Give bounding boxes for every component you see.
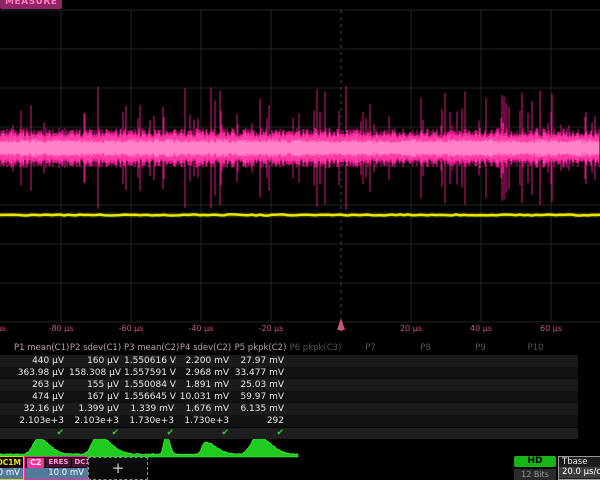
- measure-value: 59.97 mV: [234, 391, 289, 403]
- measure-param-header[interactable]: P6 pkpk(C3): [289, 342, 344, 355]
- trace-annotation-label: MEASURE: [0, 0, 62, 9]
- measure-value: 363.98 µV: [14, 367, 69, 379]
- status-check-icon: ✔: [69, 428, 124, 439]
- timebase-label: Tbase: [559, 457, 600, 467]
- measurement-header-row: P1 mean(C1)P2 sdev(C1)P3 mean(C2)P4 sdev…: [0, 342, 578, 355]
- axis-tick-label: -60 µs: [119, 324, 144, 333]
- c2-eres-tag: ERES: [46, 458, 70, 467]
- measure-param-header[interactable]: P2 sdev(C1): [69, 342, 124, 355]
- c2-chip: C2: [27, 458, 44, 468]
- measure-value: 1.550616 V: [124, 355, 179, 367]
- measure-param-header[interactable]: P1 mean(C1): [14, 342, 69, 355]
- measure-value: 2.200 mV: [179, 355, 234, 367]
- measurement-rows: 440 µV160 µV1.550616 V2.200 mV27.97 mV36…: [0, 355, 600, 439]
- channel-descriptor-c2[interactable]: C2 ERES DC1M 10.0 mV: [24, 456, 88, 480]
- axis-tick-label: 40 µs: [470, 324, 492, 333]
- time-axis: -100 µs -80 µs -60 µs -40 µs -20 µs 0 20 µs 40 …: [0, 322, 600, 334]
- status-check-icon: ✔: [14, 428, 69, 439]
- measure-stat-row: 2.103e+32.103e+31.730e+31.730e+3292: [0, 415, 578, 427]
- measurement-table: P1 mean(C1)P2 sdev(C1)P3 mean(C2)P4 sdev…: [0, 342, 600, 439]
- measure-value: 2.968 mV: [179, 367, 234, 379]
- measure-value: 440 µV: [14, 355, 69, 367]
- measure-value: 33.477 mV: [234, 367, 289, 379]
- axis-tick-label: -100 µs: [0, 324, 6, 333]
- oscilloscope-screen: MEASURE -100 µs -80 µs -60 µs -40 µs -20 µs 0…: [0, 0, 600, 480]
- c2-scale: 10.0 mV: [25, 468, 87, 479]
- axis-tick-label: 0: [338, 324, 343, 333]
- measure-value: 1.399 µV: [69, 403, 124, 415]
- measure-value: 2.103e+3: [14, 415, 69, 427]
- measure-value: 158.308 µV: [69, 367, 124, 379]
- measure-value: 1.730e+3: [124, 415, 179, 427]
- measure-value: 1.557591 V: [124, 367, 179, 379]
- measure-value: 1.891 mV: [179, 379, 234, 391]
- axis-tick-label: -20 µs: [259, 324, 284, 333]
- timebase-descriptor[interactable]: Tbase 20.0 µs/div: [558, 456, 600, 480]
- measure-status-row: ✔✔✔✔✔: [0, 428, 578, 439]
- measure-param-header[interactable]: P7: [344, 342, 399, 355]
- c1-coupling-tag: DC1M: [0, 458, 21, 467]
- measure-param-header[interactable]: P3 mean(C2): [124, 342, 179, 355]
- timebase-value: 20.0 µs/div: [559, 467, 600, 478]
- measure-value: 6.135 mV: [234, 403, 289, 415]
- measure-param-header[interactable]: P8: [399, 342, 454, 355]
- axis-tick-label: -40 µs: [189, 324, 214, 333]
- measure-value: 263 µV: [14, 379, 69, 391]
- hd-mode-badge[interactable]: HD: [514, 456, 556, 467]
- axis-tick-label: -80 µs: [49, 324, 74, 333]
- measure-param-header[interactable]: P5 pkpk(C2): [234, 342, 289, 355]
- measure-value: 474 µV: [14, 391, 69, 403]
- c1-scale: 50.0 mV: [0, 468, 23, 479]
- measure-value: 2.103e+3: [69, 415, 124, 427]
- measure-value: 160 µV: [69, 355, 124, 367]
- measure-value: 1.550084 V: [124, 379, 179, 391]
- measure-stat-row: 440 µV160 µV1.550616 V2.200 mV27.97 mV: [0, 355, 578, 367]
- status-check-icon: ✔: [179, 428, 234, 439]
- hd-bits-label: 12 Bits: [514, 469, 556, 480]
- measure-value: 1.556645 V: [124, 391, 179, 403]
- measure-value: 10.031 mV: [179, 391, 234, 403]
- axis-tick-label: 20 µs: [400, 324, 422, 333]
- measure-value: 1.730e+3: [179, 415, 234, 427]
- measure-value: 155 µV: [69, 379, 124, 391]
- measure-param-header[interactable]: P4 sdev(C2): [179, 342, 234, 355]
- measure-value: 292: [234, 415, 289, 427]
- measure-value: 27.97 mV: [234, 355, 289, 367]
- measure-value: 1.339 mV: [124, 403, 179, 415]
- measure-value: 25.03 mV: [234, 379, 289, 391]
- measure-param-header[interactable]: P9: [454, 342, 509, 355]
- measure-stat-row: 474 µV167 µV1.556645 V10.031 mV59.97 mV: [0, 391, 578, 403]
- measure-param-header[interactable]: P10: [509, 342, 564, 355]
- add-trace-button[interactable]: +: [88, 457, 148, 480]
- measure-stat-row: 32.16 µV1.399 µV1.339 mV1.676 mV6.135 mV: [0, 403, 578, 415]
- measure-value: 167 µV: [69, 391, 124, 403]
- status-check-icon: ✔: [234, 428, 289, 439]
- measure-value: 1.676 mV: [179, 403, 234, 415]
- status-check-icon: ✔: [124, 428, 179, 439]
- channel-descriptor-c1[interactable]: C1 DC1M 50.0 mV: [0, 456, 24, 480]
- plus-icon: +: [112, 459, 125, 477]
- measure-stat-row: 363.98 µV158.308 µV1.557591 V2.968 mV33.…: [0, 367, 578, 379]
- measure-value: 32.16 µV: [14, 403, 69, 415]
- axis-tick-label: 60 µs: [540, 324, 562, 333]
- waveform-c1-trace[interactable]: [0, 214, 600, 215]
- measure-stat-row: 263 µV155 µV1.550084 V1.891 mV25.03 mV: [0, 379, 578, 391]
